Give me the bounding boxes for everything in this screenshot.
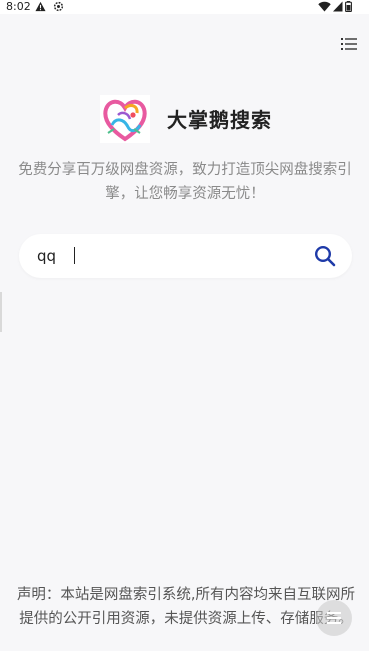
search-icon[interactable]: [314, 245, 336, 267]
battery-icon: [345, 1, 352, 12]
signal-icon: [333, 1, 343, 12]
disclaimer-text: 声明：本站是网盘索引系统,所有内容均来自互联网所提供的公开引用资源，未提供资源上…: [16, 587, 356, 627]
tagline: 免费分享百万级网盘资源，致力打造顶尖网盘搜索引擎，让您畅享资源无忧！: [18, 162, 352, 202]
list-menu-icon[interactable]: [341, 37, 357, 51]
swan-heart-logo: [100, 95, 150, 143]
text-cursor: [74, 247, 75, 264]
wifi-icon: [318, 1, 331, 12]
search-bar: [19, 234, 352, 278]
edge-divider: [0, 292, 2, 332]
search-input[interactable]: [37, 245, 307, 267]
status-bar: 8:02: [0, 0, 369, 14]
warning-icon: [35, 1, 46, 12]
floating-menu-button[interactable]: [316, 600, 352, 636]
site-title: 大掌鹅搜索: [167, 108, 272, 132]
menu-icon: [327, 612, 341, 624]
status-right-icons: [318, 1, 352, 12]
settings-icon: [53, 1, 64, 12]
app-screen: 8:02 大掌鹅搜索 免费分享百万级网盘资源，致力打造顶尖网盘搜索引擎，让您畅享…: [0, 0, 369, 651]
status-time: 8:02: [6, 0, 31, 13]
